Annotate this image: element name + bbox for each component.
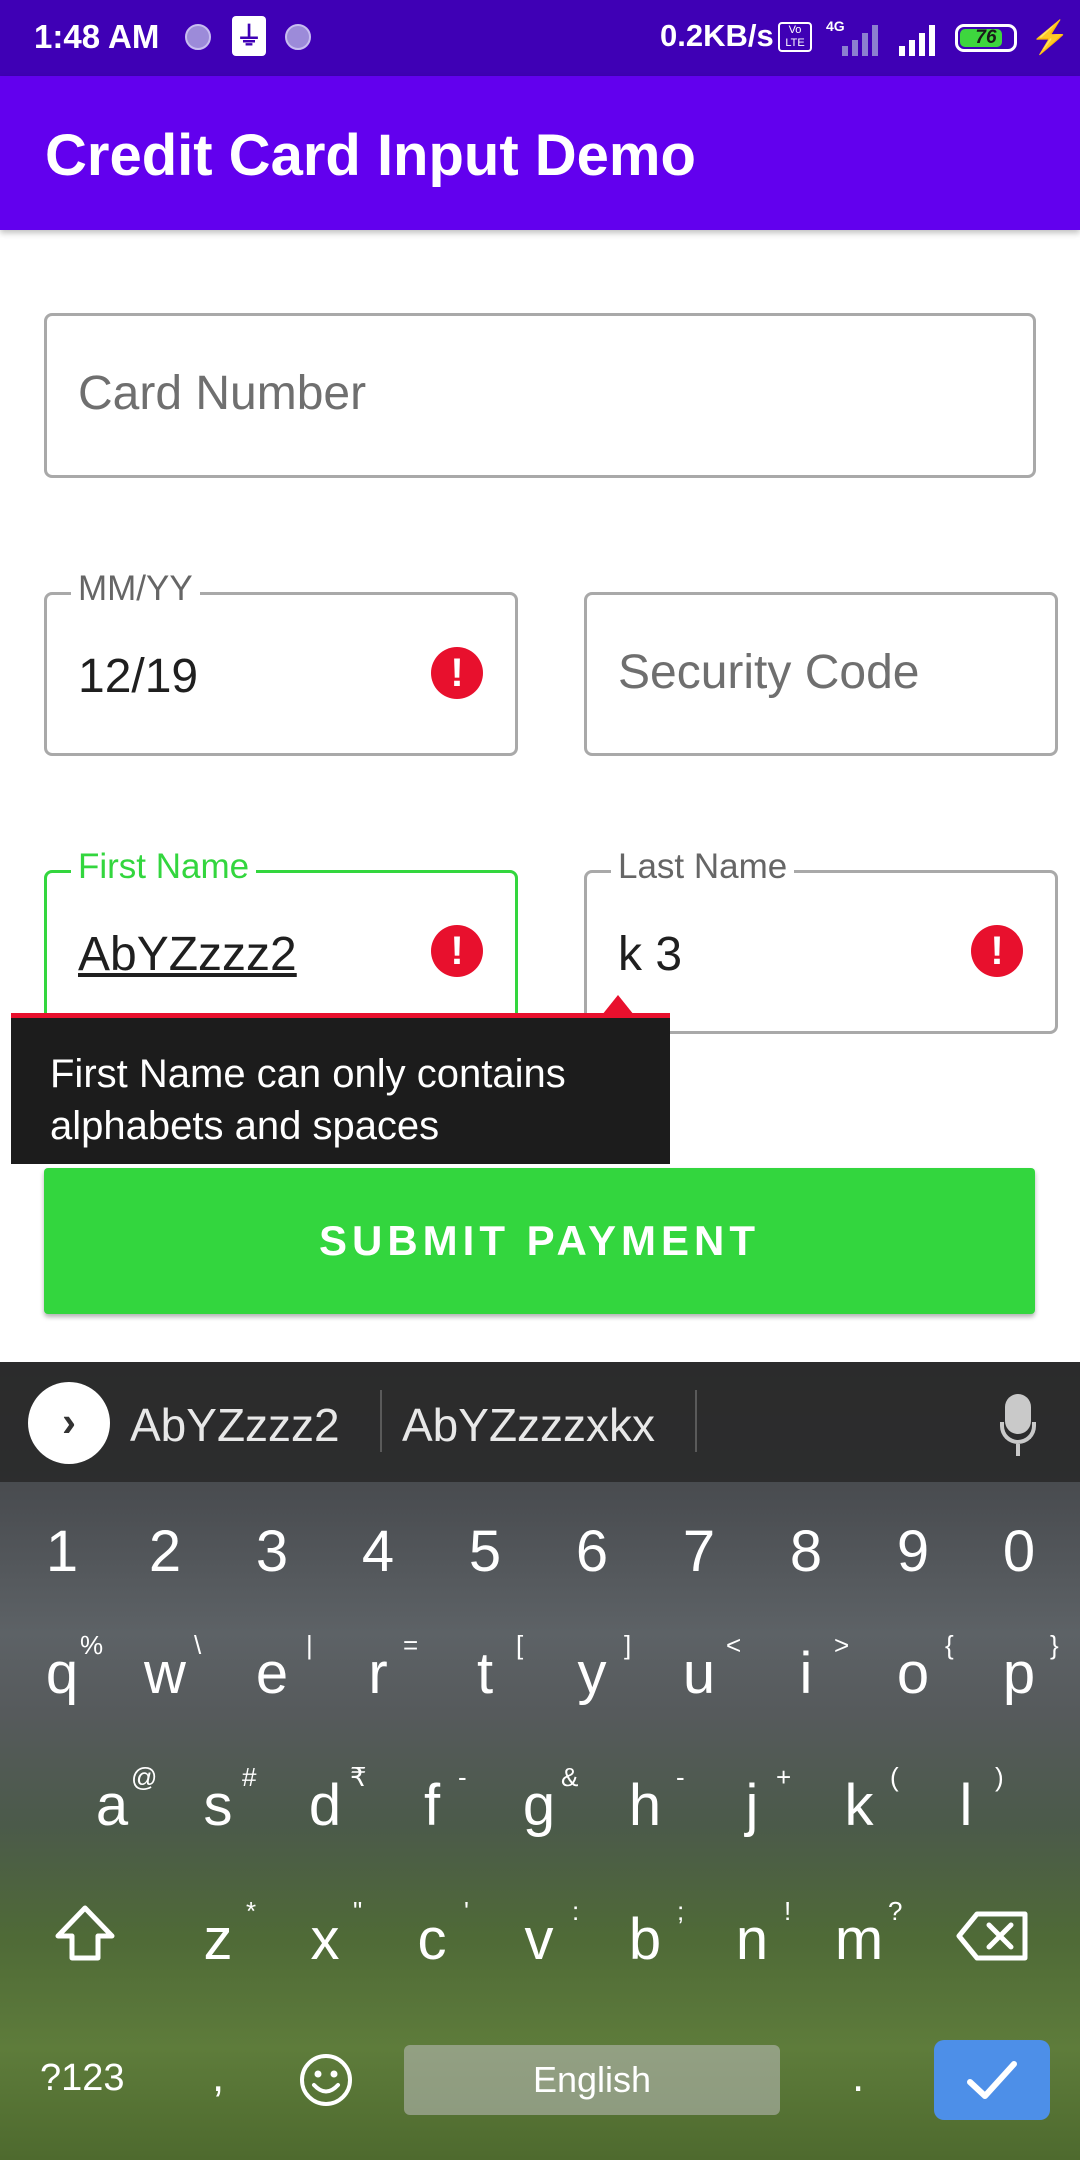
key-f[interactable]: f — [397, 1772, 467, 1839]
space-bar[interactable]: English — [404, 2045, 780, 2115]
key-d[interactable]: d — [290, 1772, 360, 1839]
error-icon[interactable]: ! — [431, 925, 483, 977]
key-i[interactable]: i — [771, 1640, 841, 1707]
status-bar: 1:48 AM ⏚ 0.2KB/s Vo LTE 4G 76 ⚡ — [0, 0, 1080, 76]
key-3[interactable]: 3 — [237, 1518, 307, 1585]
period-key[interactable]: . — [852, 2052, 864, 2102]
key-2[interactable]: 2 — [130, 1518, 200, 1585]
key-p[interactable]: p — [984, 1640, 1054, 1707]
key-k[interactable]: k — [824, 1772, 894, 1839]
key-b[interactable]: b — [610, 1906, 680, 1973]
notification-icon — [285, 24, 311, 50]
key-6[interactable]: 6 — [557, 1518, 627, 1585]
key-t[interactable]: t — [450, 1640, 520, 1707]
key-j[interactable]: j — [717, 1772, 787, 1839]
volte-icon: Vo LTE — [778, 22, 812, 52]
key-c[interactable]: c — [397, 1906, 467, 1973]
backspace-icon[interactable] — [955, 1910, 1031, 1962]
mic-icon-base — [1016, 1444, 1020, 1456]
tooltip-arrow — [602, 995, 634, 1015]
key-m[interactable]: m — [824, 1906, 894, 1973]
comma-key[interactable]: , — [212, 2052, 224, 2102]
key-7[interactable]: 7 — [664, 1518, 734, 1585]
error-icon[interactable]: ! — [971, 925, 1023, 977]
key-w[interactable]: w — [130, 1640, 200, 1707]
divider — [380, 1390, 382, 1452]
keyboard: › AbYZzzz2 AbYZzzzxkx 1 2 3 4 5 6 7 8 9 … — [0, 1362, 1080, 2160]
submit-payment-button[interactable]: SUBMIT PAYMENT — [44, 1168, 1035, 1314]
key-g[interactable]: g — [504, 1772, 574, 1839]
key-z[interactable]: z — [183, 1906, 253, 1973]
usb-icon: ⏚ — [232, 16, 266, 56]
key-n[interactable]: n — [717, 1906, 787, 1973]
shift-icon[interactable] — [52, 1902, 118, 1964]
key-a[interactable]: a — [77, 1772, 147, 1839]
key-r[interactable]: r — [343, 1640, 413, 1707]
charging-icon: ⚡ — [1030, 19, 1070, 55]
status-time: 1:48 AM — [34, 18, 160, 55]
error-tooltip: First Name can only contains alphabets a… — [11, 1013, 670, 1164]
battery-icon: 76 — [955, 24, 1017, 52]
key-o[interactable]: o — [878, 1640, 948, 1707]
key-l[interactable]: l — [931, 1772, 1001, 1839]
error-tooltip-line: First Name can only contains — [50, 1052, 566, 1096]
key-h[interactable]: h — [610, 1772, 680, 1839]
key-e[interactable]: e — [237, 1640, 307, 1707]
key-u[interactable]: u — [664, 1640, 734, 1707]
key-alt: | — [306, 1630, 313, 1660]
mic-icon-stand — [1000, 1422, 1036, 1444]
key-5[interactable]: 5 — [450, 1518, 520, 1585]
signal-icon — [842, 25, 878, 56]
expiry-field[interactable]: MM/YY 12/19 ! — [44, 569, 518, 756]
network-speed: 0.2KB/s — [660, 18, 774, 53]
key-s[interactable]: s — [183, 1772, 253, 1839]
card-number-placeholder: Card Number — [78, 367, 367, 420]
key-8[interactable]: 8 — [771, 1518, 841, 1585]
first-name-field[interactable]: First Name AbYZzzz2 ! — [44, 847, 518, 1034]
security-code-placeholder: Security Code — [618, 646, 920, 699]
expiry-value: 12/19 — [78, 650, 199, 703]
last-name-value: k 3 — [618, 928, 683, 981]
emoji-icon[interactable] — [298, 2052, 354, 2108]
key-1[interactable]: 1 — [27, 1518, 97, 1585]
first-name-value: AbYZzzz2 — [78, 928, 297, 981]
page-title: Credit Card Input Demo — [45, 123, 696, 188]
suggestion-item[interactable]: AbYZzzz2 — [130, 1398, 340, 1452]
divider — [695, 1390, 697, 1452]
chevron-right-icon[interactable]: › — [28, 1382, 110, 1464]
key-4[interactable]: 4 — [343, 1518, 413, 1585]
suggestion-bar: › AbYZzzz2 AbYZzzzxkx — [0, 1362, 1080, 1482]
key-v[interactable]: v — [504, 1906, 574, 1973]
card-number-field[interactable]: Card Number — [44, 313, 1036, 478]
battery-level: 76 — [975, 27, 997, 48]
last-name-label: Last Name — [611, 847, 795, 887]
app-bar: Credit Card Input Demo — [0, 76, 1080, 230]
security-code-field[interactable]: Security Code — [584, 592, 1058, 756]
last-name-field[interactable]: Last Name k 3 ! — [584, 847, 1058, 1034]
first-name-label: First Name — [71, 847, 257, 887]
expiry-label: MM/YY — [71, 569, 200, 609]
suggestion-item[interactable]: AbYZzzzxkx — [402, 1398, 655, 1452]
key-x[interactable]: x — [290, 1906, 360, 1973]
error-tooltip-line: alphabets and spaces — [50, 1104, 440, 1148]
symbols-key[interactable]: ?123 — [40, 2057, 125, 2100]
error-icon[interactable]: ! — [431, 647, 483, 699]
enter-button[interactable] — [934, 2040, 1050, 2120]
key-9[interactable]: 9 — [878, 1518, 948, 1585]
key-0[interactable]: 0 — [984, 1518, 1054, 1585]
key-q[interactable]: q — [27, 1640, 97, 1707]
notification-icon — [185, 24, 211, 50]
key-y[interactable]: y — [557, 1640, 627, 1707]
signal-icon — [899, 25, 935, 56]
checkmark-icon — [967, 2061, 1017, 2099]
